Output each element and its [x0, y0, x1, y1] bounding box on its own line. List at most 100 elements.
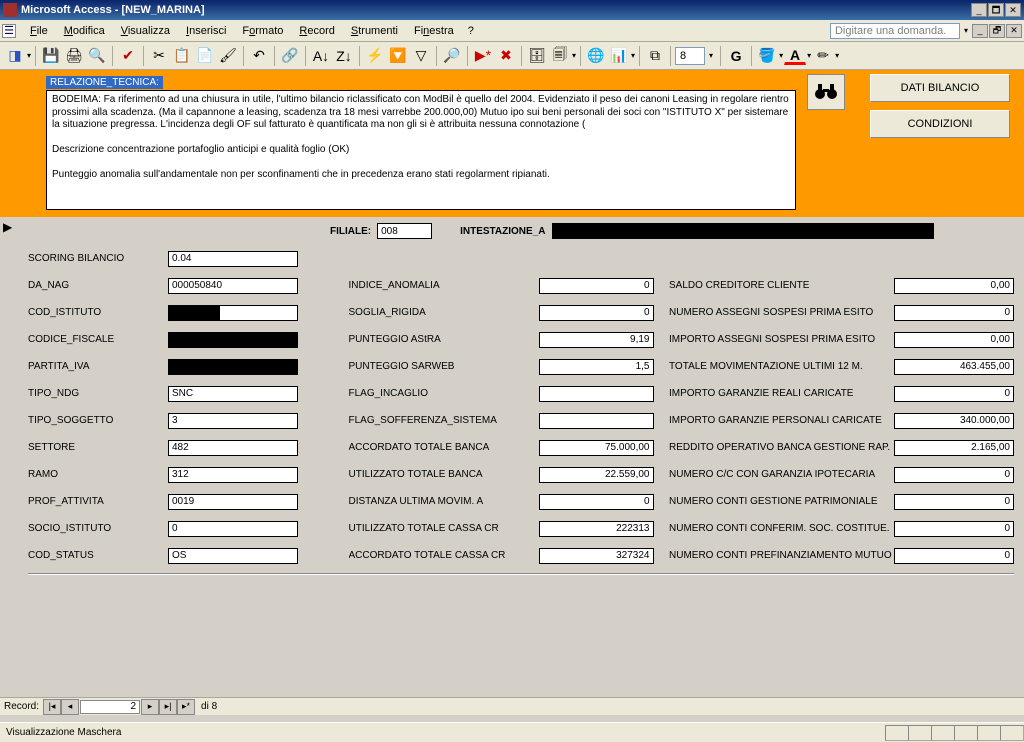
col1-field-2[interactable] [168, 305, 298, 321]
col3-field-1[interactable] [894, 278, 1014, 294]
form-header: RELAZIONE_TECNICA: BODEIMA: Fa riferimen… [0, 70, 1024, 217]
col3-field-8[interactable] [894, 467, 1014, 483]
col3-field-10[interactable] [894, 521, 1014, 537]
col2-field-4[interactable] [539, 359, 654, 375]
col3-field-7[interactable] [894, 440, 1014, 456]
col2-field-3[interactable] [539, 332, 654, 348]
spellcheck-icon[interactable]: ✔ [117, 45, 139, 67]
col3-field-9[interactable] [894, 494, 1014, 510]
font-color-icon[interactable]: A [784, 47, 806, 65]
record-selector-icon[interactable]: ▶ [3, 220, 12, 234]
form-control-icon[interactable]: ☰ [2, 24, 16, 38]
col3-field-5[interactable] [894, 386, 1014, 402]
new-record-icon[interactable]: ▶* [472, 45, 494, 67]
col3-field-2[interactable] [894, 305, 1014, 321]
view-icon[interactable]: ◨ [4, 45, 26, 67]
undo-icon[interactable]: ↶ [248, 45, 270, 67]
menu-formato[interactable]: Formato [234, 23, 291, 39]
fill-color-icon[interactable]: 🪣 [756, 45, 778, 67]
bold-icon[interactable]: G [725, 45, 747, 67]
copy-icon[interactable]: 📋 [171, 45, 193, 67]
col3-field-4[interactable] [894, 359, 1014, 375]
analyze-icon[interactable]: 📊 [608, 45, 630, 67]
col2-field-8[interactable] [539, 467, 654, 483]
filter-form-icon[interactable]: 🔽 [387, 45, 409, 67]
col2-label-1: INDICE_ANOMALIA [349, 280, 539, 291]
find-icon[interactable]: 🔎 [441, 45, 463, 67]
ask-question-input[interactable] [830, 23, 960, 39]
col1-field-9[interactable] [168, 494, 298, 510]
print-icon[interactable]: 🖨 [63, 45, 85, 67]
toggle-filter-icon[interactable]: ▽ [410, 45, 432, 67]
column-3: SALDO CREDITORE CLIENTENUMERO ASSEGNI SO… [669, 245, 1014, 569]
col1-field-3[interactable] [168, 332, 298, 348]
col2-field-5[interactable] [539, 386, 654, 402]
col2-field-9[interactable] [539, 494, 654, 510]
mdi-restore-button[interactable]: 🗗 [989, 24, 1005, 38]
new-record-nav-button[interactable]: ▸* [177, 699, 195, 715]
col1-field-10[interactable] [168, 521, 298, 537]
col1-field-1[interactable] [168, 278, 298, 294]
delete-record-icon[interactable]: ✖ [495, 45, 517, 67]
print-preview-icon[interactable]: 🔍 [86, 45, 108, 67]
col1-field-6[interactable] [168, 413, 298, 429]
relationships-icon[interactable]: ⧉ [644, 45, 666, 67]
sort-desc-icon[interactable]: Z↓ [333, 45, 355, 67]
menu-modifica[interactable]: Modifica [56, 23, 113, 39]
close-button[interactable]: ✕ [1005, 3, 1021, 17]
office-links-icon[interactable]: 🌐 [585, 45, 607, 67]
condizioni-button[interactable]: CONDIZIONI [870, 110, 1010, 138]
first-record-button[interactable]: |◂ [43, 699, 61, 715]
filiale-field[interactable] [377, 223, 432, 239]
menu-finestra[interactable]: Finestra [406, 23, 462, 39]
db-window-icon[interactable]: 🗄 [526, 45, 548, 67]
mdi-minimize-button[interactable]: _ [972, 24, 988, 38]
menu-bar: ☰ File Modifica Visualizza Inserisci For… [0, 20, 1024, 42]
save-icon[interactable]: 💾 [40, 45, 62, 67]
col2-field-10[interactable] [539, 521, 654, 537]
line-color-icon[interactable]: ✏ [812, 45, 834, 67]
hyperlink-icon[interactable]: 🔗 [279, 45, 301, 67]
menu-inserisci[interactable]: Inserisci [178, 23, 234, 39]
col2-field-11[interactable] [539, 548, 654, 564]
col2-field-7[interactable] [539, 440, 654, 456]
paste-icon[interactable]: 📄 [194, 45, 216, 67]
col1-field-5[interactable] [168, 386, 298, 402]
menu-help[interactable]: ? [462, 25, 480, 37]
mdi-close-button[interactable]: ✕ [1006, 24, 1022, 38]
last-record-button[interactable]: ▸| [159, 699, 177, 715]
col1-field-8[interactable] [168, 467, 298, 483]
binoculars-icon[interactable] [807, 74, 845, 110]
new-object-icon[interactable]: 🗐 [549, 45, 571, 67]
prev-record-button[interactable]: ◂ [61, 699, 79, 715]
col1-field-0[interactable] [168, 251, 298, 267]
col2-label-9: DISTANZA ULTIMA MOVIM. A [349, 496, 539, 507]
menu-record[interactable]: Record [291, 23, 342, 39]
filter-selection-icon[interactable]: ⚡ [364, 45, 386, 67]
col2-field-6[interactable] [539, 413, 654, 429]
cut-icon[interactable]: ✂ [148, 45, 170, 67]
next-record-button[interactable]: ▸ [141, 699, 159, 715]
record-number-input[interactable] [80, 700, 140, 714]
ask-dropdown-icon[interactable]: ▾ [964, 26, 968, 35]
sort-asc-icon[interactable]: A↓ [310, 45, 332, 67]
col2-field-2[interactable] [539, 305, 654, 321]
col3-field-11[interactable] [894, 548, 1014, 564]
col3-field-3[interactable] [894, 332, 1014, 348]
maximize-button[interactable]: 🗖 [988, 3, 1004, 17]
intestazione-field[interactable] [552, 223, 934, 239]
col2-field-1[interactable] [539, 278, 654, 294]
col3-field-6[interactable] [894, 413, 1014, 429]
menu-visualizza[interactable]: Visualizza [113, 23, 178, 39]
dati-bilancio-button[interactable]: DATI BILANCIO [870, 74, 1010, 102]
col1-field-7[interactable] [168, 440, 298, 456]
col1-field-11[interactable] [168, 548, 298, 564]
minimize-button[interactable]: _ [971, 3, 987, 17]
font-size-input[interactable] [675, 47, 705, 65]
col1-field-4[interactable] [168, 359, 298, 375]
format-painter-icon[interactable]: 🖌 [217, 45, 239, 67]
menu-file[interactable]: File [22, 23, 56, 39]
relazione-tecnica-text[interactable]: BODEIMA: Fa riferimento ad una chiusura … [46, 90, 796, 210]
col1-label-0: SCORING BILANCIO [28, 253, 168, 264]
menu-strumenti[interactable]: Strumenti [343, 23, 406, 39]
